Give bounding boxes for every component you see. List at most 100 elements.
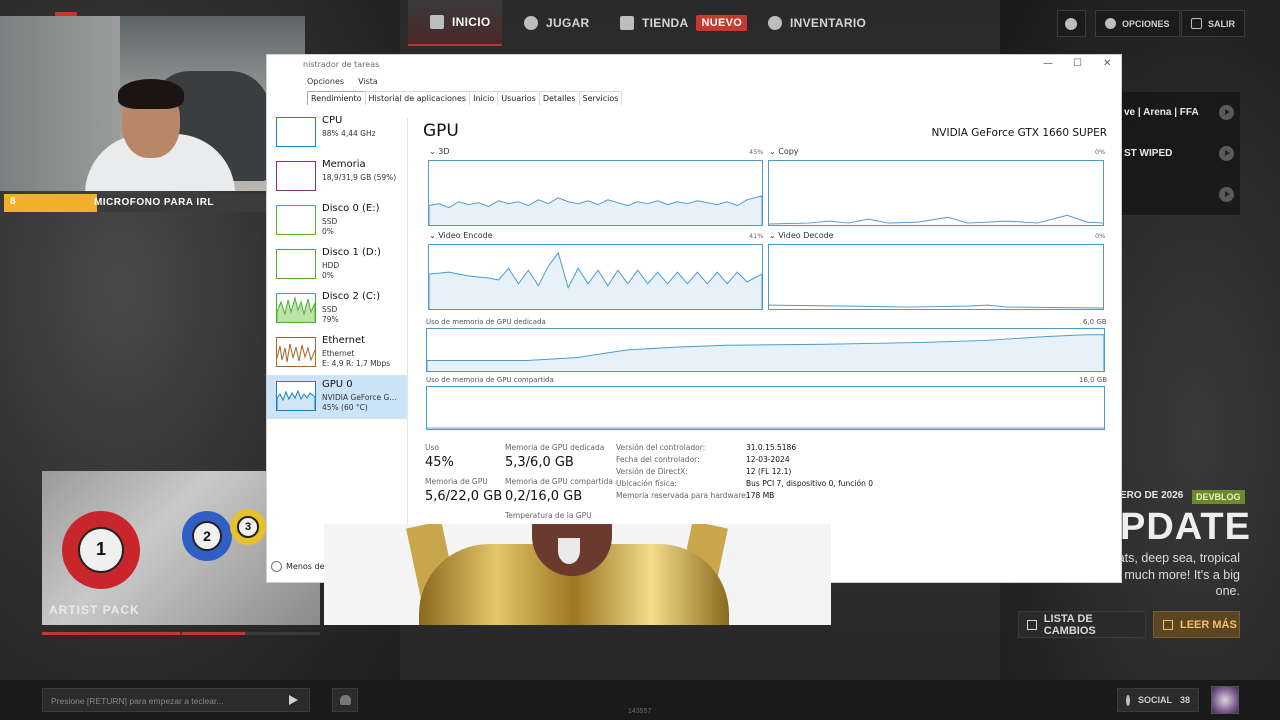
sidebar-item-label: Disco 1 (D:) [322,247,381,258]
webcam-person-hair [118,79,184,109]
sidebar-item-disk1[interactable]: Disco 1 (D:) HDD 0% [267,243,407,287]
changelog-button[interactable]: LISTA DE CAMBIOS [1018,611,1146,638]
server-row[interactable]: ve | Arena | FFA [1120,92,1240,133]
tab-details[interactable]: Detalles [538,91,580,105]
play-server-icon[interactable] [1219,146,1234,161]
chat-input[interactable]: Presione [RETURN] para empezar a teclear… [42,688,310,712]
chevron-up-icon [271,561,282,572]
sidebar-item-detail: 88% 4,44 GHz [322,129,376,138]
sidebar-item-label: GPU 0 [322,379,353,390]
engine-encode-label[interactable]: ⌄ Video Encode [429,231,493,240]
nav-label: JUGAR [546,16,590,30]
menu-view[interactable]: Vista [358,77,378,86]
info-key: Versión de DirectX: [616,467,688,476]
exit-button[interactable]: SALIR [1181,10,1245,37]
info-value: 31.0.15.5186 [746,443,797,452]
notifications-button[interactable] [1057,10,1086,37]
info-value: 12 (FL 12.1) [746,467,792,476]
panel-title: GPU [423,121,459,141]
sidebar-item-detail: HDD [322,261,340,270]
menu-options[interactable]: Opciones [307,77,344,86]
info-key: Versión del controlador: [616,443,706,452]
social-button[interactable]: SOCIAL 38 [1117,688,1199,712]
carousel-segment [182,632,245,635]
play-server-icon[interactable] [1219,187,1234,202]
engine-decode-label[interactable]: ⌄ Video Decode [769,231,834,240]
sidebar-item-disk0[interactable]: Disco 0 (E:) SSD 0% [267,199,407,243]
people-icon [1126,694,1130,706]
server-list: ve | Arena | FFA ST WIPED [1120,92,1240,215]
tab-performance[interactable]: Rendimiento [307,91,366,105]
read-more-button[interactable]: LEER MÁS [1153,611,1240,638]
nav-tienda[interactable]: TIENDA NUEVO [620,0,748,46]
sidebar-item-detail: NVIDIA GeForce G... [322,393,397,402]
engine-encode-pct: 41% [749,232,764,240]
carousel-progress [42,632,320,635]
shared-memory-label: Uso de memoria de GPU compartida [426,376,554,384]
sidebar-item-gpu0[interactable]: GPU 0 NVIDIA GeForce G... 45% (60 °C) [267,375,407,419]
ethernet-thumb [276,337,316,367]
server-row[interactable] [1120,174,1240,215]
shared-mem-value: 0,2/16,0 GB [505,489,583,504]
tab-users[interactable]: Usuarios [497,91,540,105]
gpu-mem-value: 5,6/22,0 GB [425,489,503,504]
dedicated-mem-label: Memoria de GPU dedicada [505,443,605,452]
tab-app-history[interactable]: Historial de aplicaciones [364,91,471,105]
sidebar-item-detail: 0% [322,271,334,280]
gear-icon [1105,18,1116,29]
friends-button[interactable] [332,688,358,712]
engine-decode-pct: 0% [1095,232,1106,240]
info-value: 178 MB [746,491,775,500]
close-icon[interactable]: ✕ [1103,58,1111,69]
sidebar-item-detail: 79% [322,315,339,324]
webcam-feed [0,16,305,191]
avatar[interactable] [1211,686,1239,714]
news-body: oats, deep sea, tropical , much more! It… [1110,551,1240,598]
devblog-badge: DEVBLOG [1192,490,1245,504]
nav-jugar[interactable]: JUGAR [524,0,590,46]
sidebar-divider [407,118,408,528]
fewer-details-button[interactable]: Menos det [271,561,328,572]
exit-label: SALIR [1208,18,1235,29]
usage-label: Uso [425,443,439,452]
sidebar-item-detail: 45% (60 °C) [322,403,368,412]
sidebar-item-memory[interactable]: Memoria 18,9/31,9 GB (59%) [267,155,407,199]
disk-thumb [276,293,316,323]
shared-mem-label: Memoria de GPU compartida [505,477,613,486]
disk-thumb [276,249,316,279]
artist-pack-label: ARTIST PACK [49,603,140,617]
sidebar-item-label: Disco 0 (E:) [322,203,380,214]
sidebar-item-label: CPU [322,115,343,126]
tab-startup[interactable]: Inicio [469,91,499,105]
nav-inventario[interactable]: INVENTARIO [768,0,866,46]
options-button[interactable]: OPCIONES [1095,10,1180,37]
send-icon[interactable] [289,695,298,705]
second-place-ribbon-icon: 2 [182,511,232,561]
graph-dedicated-memory [426,328,1105,372]
info-value: Bus PCI 7, dispositivo 0, función 0 [746,479,874,488]
nav-label: INVENTARIO [790,16,867,30]
server-name: ST WIPED [1124,148,1173,159]
external-link-icon [1163,619,1173,630]
graph-video-decode [768,244,1104,310]
fewer-details-label: Menos det [286,562,328,571]
bell-icon [1065,17,1077,30]
first-place-ribbon-icon: 1 [62,511,140,589]
maximize-icon[interactable]: ☐ [1073,58,1082,69]
minimize-icon[interactable]: — [1043,58,1053,69]
server-row[interactable]: ST WIPED [1120,133,1240,174]
sidebar-item-cpu[interactable]: CPU 88% 4,44 GHz [267,111,407,155]
tab-services[interactable]: Servicios [578,91,623,105]
sidebar-item-disk2[interactable]: Disco 2 (C:) SSD 79% [267,287,407,331]
sidebar-item-detail: 0% [322,227,334,236]
engine-3d-label[interactable]: ⌄ 3D [429,147,450,156]
sidebar-item-ethernet[interactable]: Ethernet Ethernet E: 4,9 R: 1,7 Mbps [267,331,407,375]
shared-memory-max: 16,0 GB [1079,376,1108,384]
video-overlay [324,524,831,625]
options-label: OPCIONES [1122,18,1170,29]
nav-inicio[interactable]: INICIO [408,0,502,46]
info-key: Fecha del controlador: [616,455,700,464]
engine-copy-label[interactable]: ⌄ Copy [769,147,799,156]
play-server-icon[interactable] [1219,105,1234,120]
carousel-segment [42,632,180,635]
